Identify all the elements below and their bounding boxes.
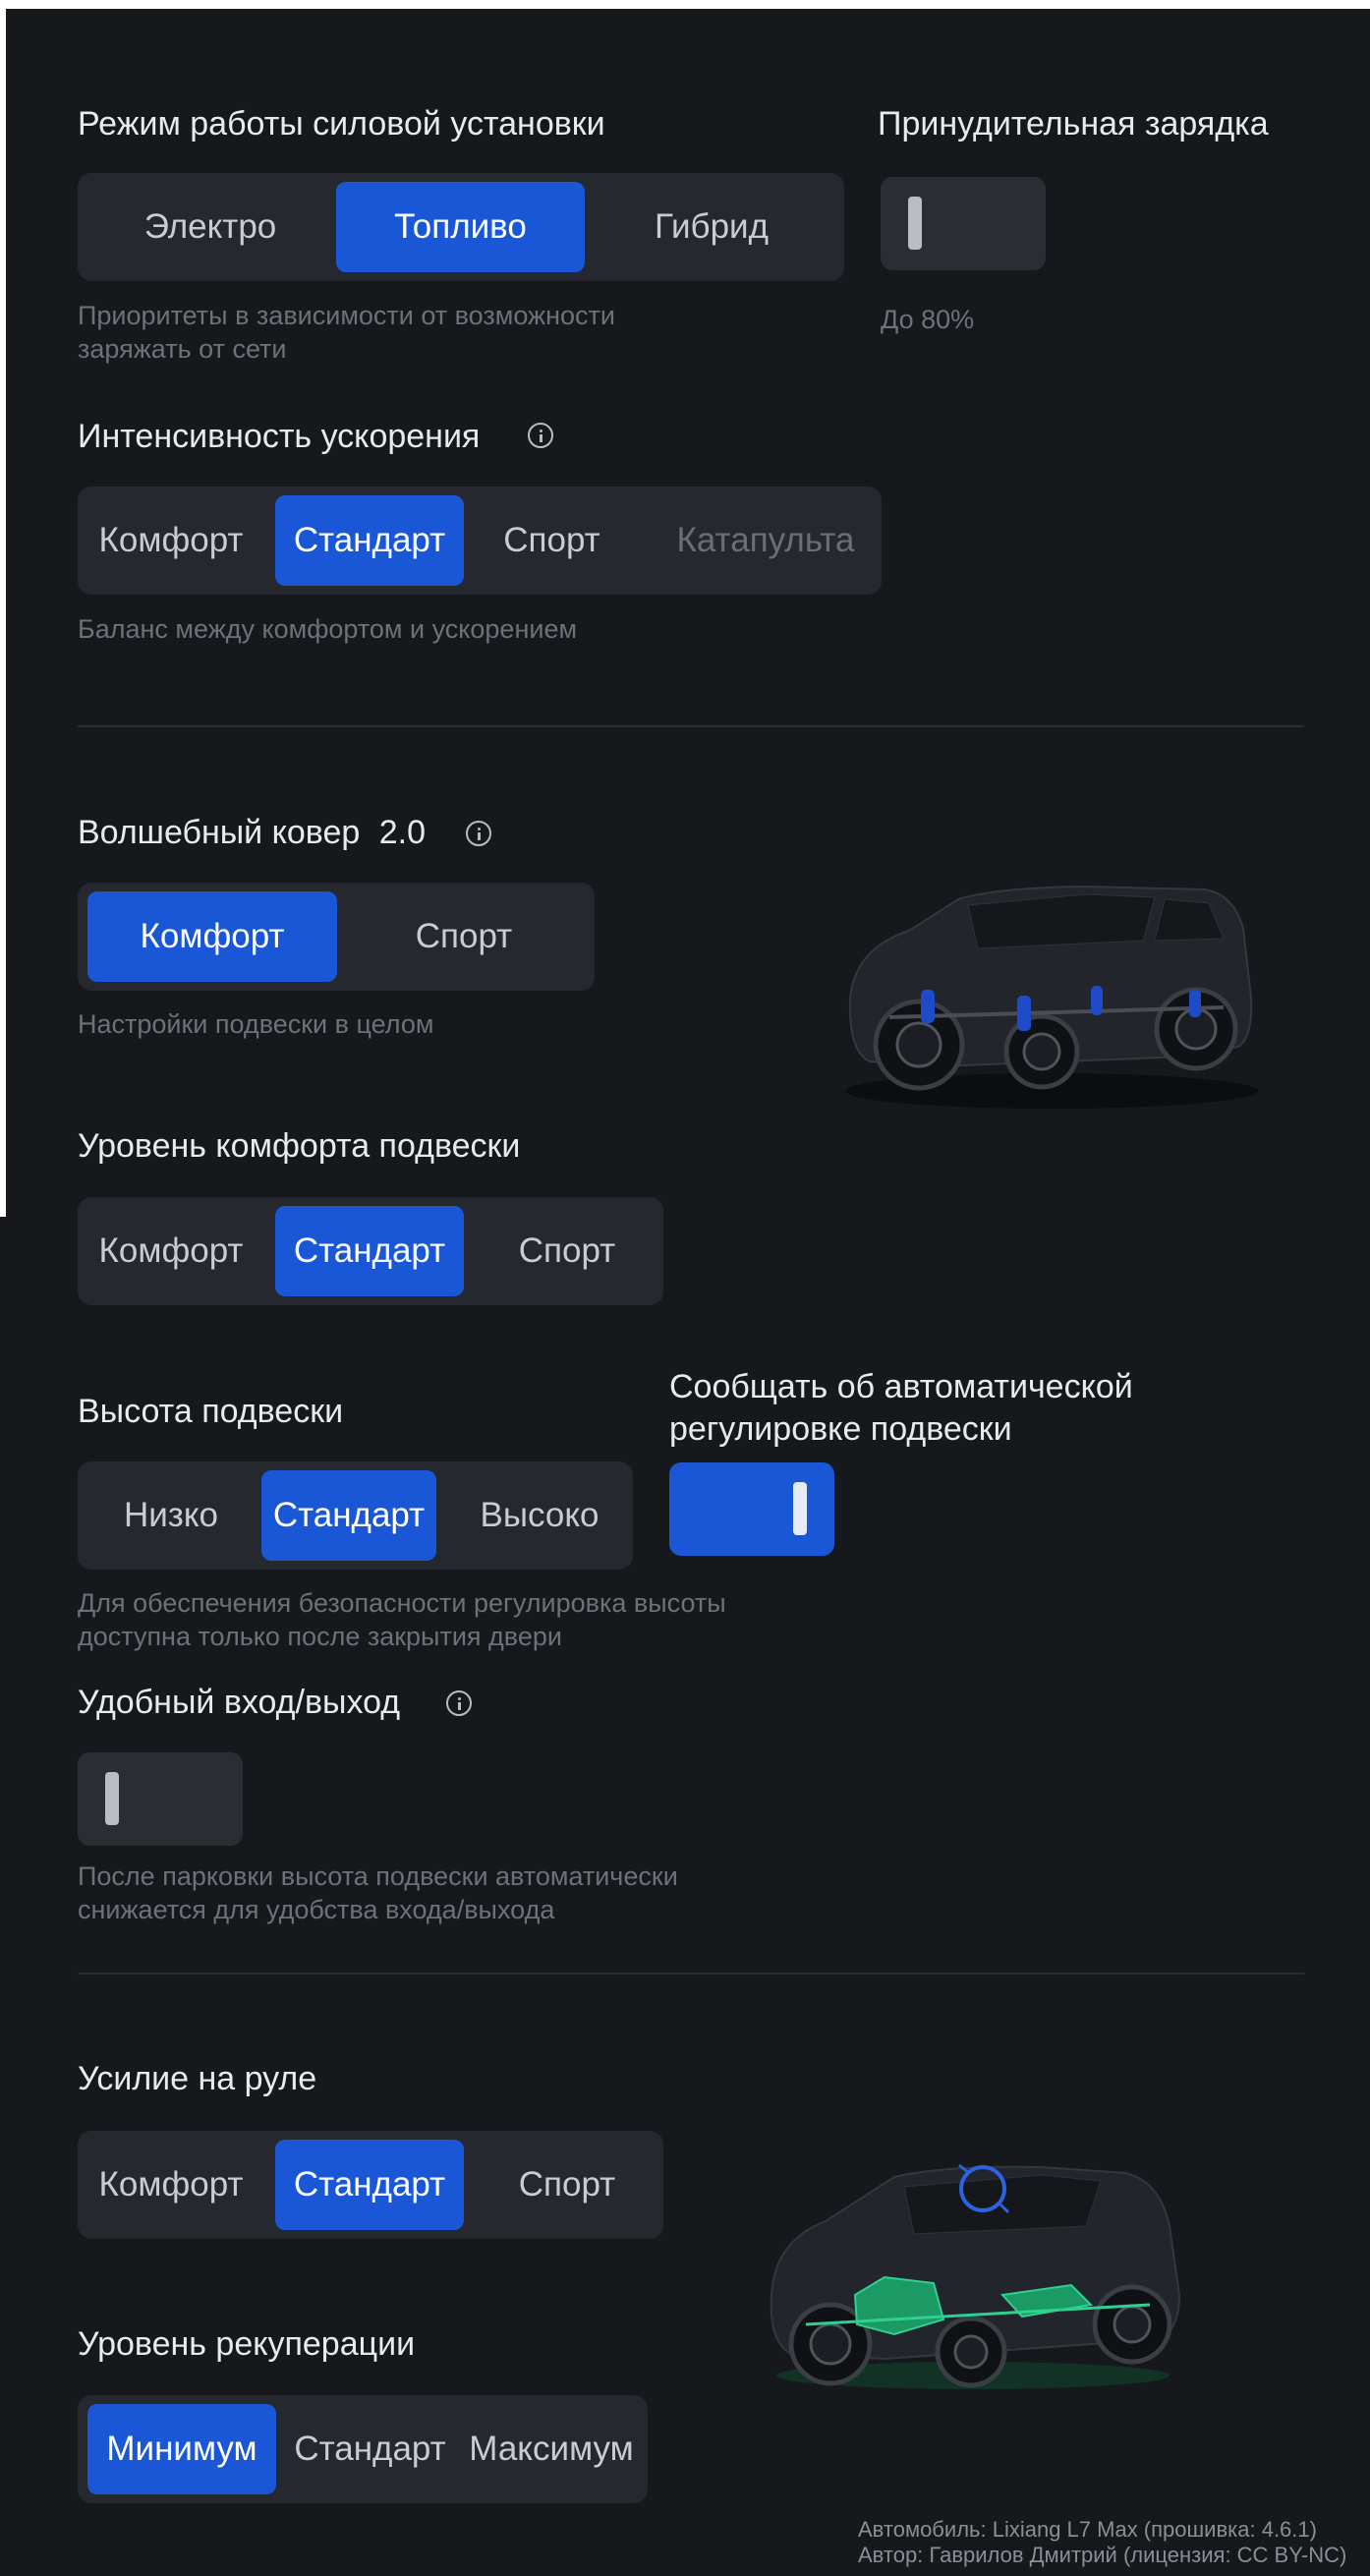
- regen-option-min[interactable]: Минимум: [87, 2404, 276, 2494]
- acceleration-selector: Комфорт Стандарт Спорт Катапульта: [78, 487, 882, 595]
- toggle-knob: [793, 1482, 807, 1535]
- acceleration-title: Интенсивность ускорения: [78, 418, 481, 455]
- section-divider: [78, 1973, 1304, 1975]
- toggle-knob: [908, 197, 922, 250]
- regen-option-standard[interactable]: Стандарт: [279, 2404, 461, 2494]
- powertrain-title: Режим работы силовой установки: [78, 105, 605, 143]
- steering-selector: Комфорт Стандарт Спорт: [78, 2131, 663, 2239]
- easy-entry-description: После парковки высота подвески автоматич…: [78, 1861, 678, 1924]
- magic-carpet-version: 2.0: [378, 814, 426, 851]
- suspension-comfort-option-comfort[interactable]: Комфорт: [87, 1206, 255, 1296]
- easy-entry-title: Удобный вход/выход: [78, 1684, 401, 1721]
- powertrain-option-fuel[interactable]: Топливо: [336, 182, 585, 272]
- magic-carpet-title-text: Волшебный ковер: [78, 814, 361, 851]
- suspension-comfort-selector: Комфорт Стандарт Спорт: [78, 1197, 663, 1305]
- section-divider: [78, 725, 1304, 727]
- magic-carpet-description: Настройки подвески в целом: [78, 1009, 434, 1039]
- suspension-height-selector: Низко Стандарт Высоко: [78, 1461, 633, 1570]
- acceleration-option-comfort[interactable]: Комфорт: [87, 495, 255, 586]
- acceleration-option-catapult: Катапульта: [676, 521, 855, 559]
- suspension-height-option-low[interactable]: Низко: [97, 1470, 245, 1561]
- regen-option-max[interactable]: Максимум: [461, 2404, 642, 2494]
- forced-charge-toggle[interactable]: [881, 177, 1046, 270]
- suspension-height-option-high[interactable]: Высоко: [456, 1470, 623, 1561]
- footer-author: Автор: Гаврилов Дмитрий (лицензия: CC BY…: [858, 2543, 1347, 2567]
- steering-option-comfort[interactable]: Комфорт: [87, 2140, 255, 2230]
- left-edge: [0, 0, 6, 1217]
- suspension-comfort-option-sport[interactable]: Спорт: [481, 1206, 654, 1296]
- regen-selector: Минимум Стандарт Максимум: [78, 2395, 648, 2503]
- magic-carpet-selector: Комфорт Спорт: [78, 883, 595, 991]
- footer-car-info: Автомобиль: Lixiang L7 Max (прошивка: 4.…: [858, 2517, 1317, 2542]
- powertrain-option-hybrid[interactable]: Гибрид: [589, 182, 834, 272]
- suspension-comfort-title: Уровень комфорта подвески: [78, 1127, 521, 1165]
- steering-option-standard[interactable]: Стандарт: [275, 2140, 464, 2230]
- steering-option-sport[interactable]: Спорт: [481, 2140, 654, 2230]
- magic-carpet-option-comfort[interactable]: Комфорт: [87, 891, 337, 982]
- magic-carpet-option-sport[interactable]: Спорт: [341, 891, 587, 982]
- acceleration-option-standard[interactable]: Стандарт: [275, 495, 464, 586]
- acceleration-description: Баланс между комфортом и ускорением: [78, 614, 578, 644]
- suspension-height-description: Для обеспечения безопасности регулировка…: [78, 1588, 726, 1651]
- forced-charge-note: До 80%: [881, 305, 975, 334]
- suspension-height-title: Высота подвески: [78, 1393, 344, 1430]
- powertrain-selector: Электро Топливо Гибрид: [78, 173, 844, 281]
- magic-carpet-title: Волшебный ковер 2.0: [78, 813, 426, 852]
- powertrain-description: Приоритеты в зависимости от возможности …: [78, 301, 615, 364]
- acceleration-option-sport[interactable]: Спорт: [471, 495, 633, 586]
- easy-entry-toggle[interactable]: [78, 1752, 243, 1846]
- steering-title: Усилие на руле: [78, 2060, 317, 2097]
- info-icon[interactable]: [446, 1690, 472, 1716]
- car-suspension-illustration: [845, 885, 1258, 1109]
- suspension-height-option-standard[interactable]: Стандарт: [261, 1470, 436, 1561]
- regen-title: Уровень рекуперации: [78, 2325, 416, 2363]
- auto-adjust-title: Сообщать об автоматической регулировке п…: [669, 1368, 1133, 1448]
- info-icon[interactable]: [528, 423, 553, 448]
- suspension-comfort-option-standard[interactable]: Стандарт: [275, 1206, 464, 1296]
- forced-charge-title: Принудительная зарядка: [878, 105, 1269, 143]
- toggle-knob: [105, 1772, 119, 1825]
- auto-adjust-toggle[interactable]: [669, 1462, 834, 1556]
- car-drivetrain-illustration: [770, 2163, 1181, 2389]
- info-icon[interactable]: [466, 821, 491, 846]
- powertrain-option-electric[interactable]: Электро: [87, 182, 333, 272]
- top-edge: [0, 0, 1370, 9]
